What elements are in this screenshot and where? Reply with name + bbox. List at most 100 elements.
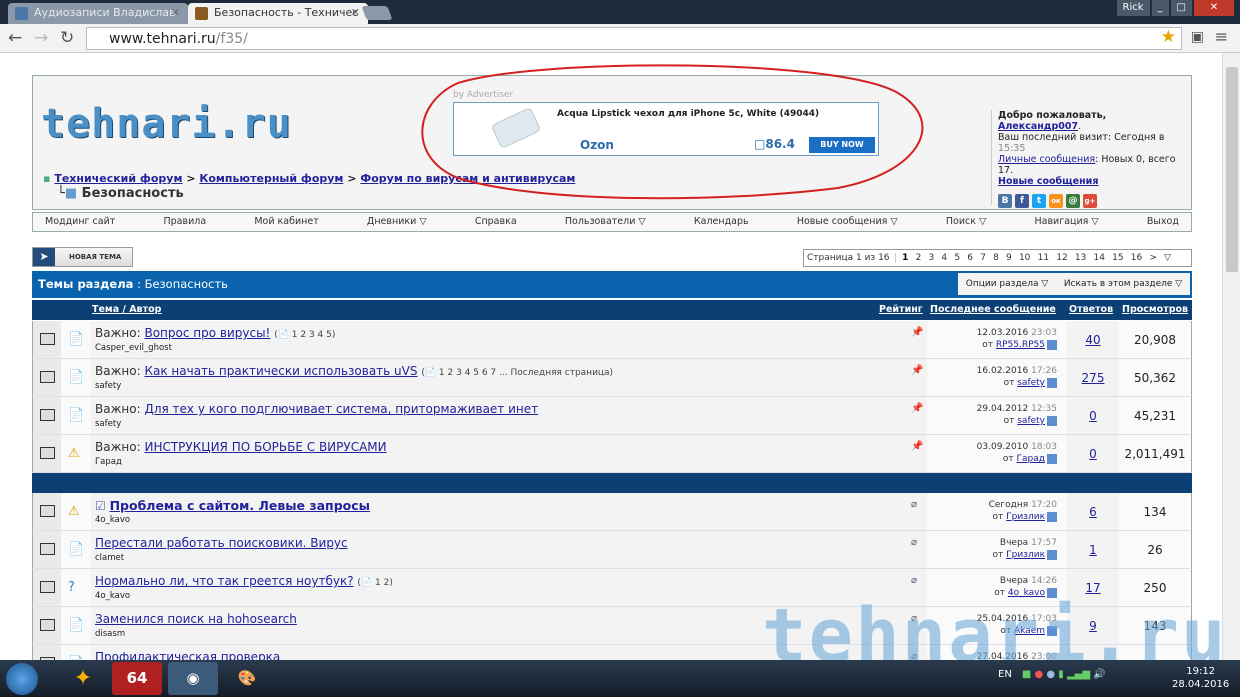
sort-by-topic[interactable]: Тема bbox=[92, 304, 119, 315]
nav-item[interactable]: Навигация ▽ bbox=[1034, 213, 1098, 231]
replies-count[interactable]: 1 bbox=[1089, 543, 1097, 557]
sort-by-views[interactable]: Просмотров bbox=[1122, 304, 1188, 315]
sort-by-author[interactable]: Автор bbox=[129, 304, 161, 315]
go-to-last-post-icon[interactable] bbox=[1047, 415, 1057, 426]
nav-item[interactable]: Мой кабинет bbox=[254, 213, 318, 231]
browser-tab-active[interactable]: Безопасность - Техничес ✕ bbox=[188, 3, 368, 24]
go-to-last-post-icon[interactable] bbox=[1047, 587, 1057, 598]
taskbar-chrome[interactable]: ◉ bbox=[168, 662, 218, 695]
go-to-last-post-icon[interactable] bbox=[1047, 511, 1057, 522]
thread-author[interactable]: Casper_evil_ghost bbox=[95, 343, 172, 353]
thread-title-link[interactable]: Нормально ли, что так греется ноутбук? bbox=[95, 574, 354, 588]
taskbar-app-icon[interactable]: ✦ bbox=[58, 662, 108, 695]
page-link[interactable]: 12 bbox=[1053, 253, 1072, 263]
page-link[interactable]: 6 bbox=[964, 253, 977, 263]
thread-author[interactable]: clamet bbox=[95, 553, 124, 563]
page-link[interactable]: 8 bbox=[990, 253, 1003, 263]
address-bar[interactable]: www.tehnari.ru/f35/ bbox=[86, 27, 1182, 50]
breadcrumb-computer-forum[interactable]: Компьютерный форум bbox=[199, 172, 343, 185]
section-options-menu[interactable]: Опции раздела ▽ bbox=[966, 279, 1048, 289]
page-links[interactable]: (📄 1 2 3 4 5 6 7 ... Последняя страница) bbox=[421, 368, 613, 378]
clock[interactable]: 19:12 28.04.2016 bbox=[1172, 665, 1229, 691]
go-to-last-post-icon[interactable] bbox=[1047, 625, 1057, 636]
page-link[interactable]: 1 bbox=[899, 253, 912, 263]
page-link[interactable]: 15 bbox=[1109, 253, 1128, 263]
new-topic-button[interactable]: ➤ НОВАЯ ТЕМА bbox=[32, 247, 133, 267]
sort-by-last-post[interactable]: Последнее сообщение bbox=[930, 304, 1056, 315]
replies-count[interactable]: 0 bbox=[1089, 409, 1097, 423]
last-post-author[interactable]: 4o_kavo bbox=[1008, 588, 1045, 598]
go-to-last-post-icon[interactable] bbox=[1047, 453, 1057, 464]
breadcrumb-virus-forum[interactable]: Форум по вирусам и антивирусам bbox=[360, 172, 575, 185]
last-post-author[interactable]: Гризлик bbox=[1006, 512, 1045, 522]
bookmark-star-icon[interactable]: ★ bbox=[1161, 27, 1176, 47]
scrollbar[interactable] bbox=[1222, 53, 1240, 660]
taskbar-paint[interactable]: 🎨 bbox=[222, 662, 272, 695]
page-link[interactable]: 3 bbox=[925, 253, 938, 263]
thread-title-link[interactable]: Как начать практически использовать uVS bbox=[144, 364, 417, 378]
thread-title-link[interactable]: Для тех у кого подглючивает система, при… bbox=[144, 402, 538, 416]
thread-author[interactable]: safety bbox=[95, 419, 121, 429]
reload-icon[interactable]: ↻ bbox=[60, 28, 74, 48]
tray-icons[interactable]: ■ ● ● ▮ ▂▄▆ 🔊 bbox=[1022, 669, 1106, 680]
thread-author[interactable]: disasm bbox=[95, 629, 125, 639]
buy-now-button[interactable]: BUY NOW bbox=[809, 137, 875, 153]
username-link[interactable]: Александр007 bbox=[998, 121, 1078, 132]
new-posts-link[interactable]: Новые сообщения bbox=[998, 176, 1098, 187]
search-section-menu[interactable]: Искать в этом разделе ▽ bbox=[1064, 279, 1182, 289]
taskbar-aida64[interactable]: 64 bbox=[112, 662, 162, 695]
close-window-button[interactable]: ✕ bbox=[1194, 0, 1234, 16]
odnoklassniki-icon[interactable]: ок bbox=[1049, 194, 1063, 208]
menu-icon[interactable]: ≡ bbox=[1215, 27, 1228, 46]
thread-title-link[interactable]: ИНСТРУКЦИЯ ПО БОРЬБЕ С ВИРУСАМИ bbox=[144, 440, 386, 454]
go-to-last-post-icon[interactable] bbox=[1047, 377, 1057, 388]
new-tab-button[interactable] bbox=[361, 6, 393, 20]
go-to-last-post-icon[interactable] bbox=[1047, 549, 1057, 560]
thread-title-link[interactable]: Проблема с сайтом. Левые запросы bbox=[110, 498, 370, 513]
advertisement[interactable]: by Advertiser Acqua Lipstick чехол для i… bbox=[453, 90, 879, 160]
nav-item[interactable]: Календарь bbox=[694, 213, 749, 231]
start-button[interactable] bbox=[6, 663, 38, 695]
replies-count[interactable]: 40 bbox=[1085, 333, 1100, 347]
page-link[interactable]: 4 bbox=[938, 253, 951, 263]
replies-count[interactable]: 17 bbox=[1085, 581, 1100, 595]
nav-item[interactable]: Правила bbox=[163, 213, 206, 231]
last-post-author[interactable]: Гризлик bbox=[1006, 550, 1045, 560]
maximize-button[interactable]: □ bbox=[1170, 0, 1192, 16]
nav-item[interactable]: Пользователи ▽ bbox=[565, 213, 646, 231]
profile-badge[interactable]: Rick bbox=[1116, 0, 1150, 16]
page-link[interactable]: 7 bbox=[977, 253, 990, 263]
twitter-icon[interactable]: t bbox=[1032, 194, 1046, 208]
language-indicator[interactable]: EN bbox=[998, 669, 1012, 680]
thread-author[interactable]: Гарад bbox=[95, 457, 122, 467]
sort-by-replies[interactable]: Ответов bbox=[1069, 304, 1113, 315]
extension-icon[interactable]: ▣ bbox=[1191, 29, 1204, 45]
nav-item[interactable]: Справка bbox=[475, 213, 517, 231]
page-links[interactable]: (📄 1 2 3 4 5) bbox=[274, 330, 335, 340]
sort-by-rating[interactable]: Рейтинг bbox=[879, 304, 923, 315]
page-link[interactable]: 9 bbox=[1002, 253, 1015, 263]
nav-item[interactable]: Поиск ▽ bbox=[946, 213, 986, 231]
replies-count[interactable]: 9 bbox=[1089, 619, 1097, 633]
last-post-author[interactable]: safety bbox=[1017, 416, 1045, 426]
breadcrumb-tech-forum[interactable]: Технический форум bbox=[54, 172, 182, 185]
nav-item[interactable]: Дневники ▽ bbox=[367, 213, 427, 231]
vk-icon[interactable]: В bbox=[998, 194, 1012, 208]
scrollbar-thumb[interactable] bbox=[1226, 67, 1238, 272]
page-link[interactable]: 2 bbox=[912, 253, 925, 263]
last-post-author[interactable]: RP55.RP55 bbox=[996, 340, 1045, 350]
page-link[interactable]: ▽ bbox=[1161, 253, 1175, 263]
close-tab-icon[interactable]: ✕ bbox=[171, 6, 180, 19]
nav-item[interactable]: Новые сообщения ▽ bbox=[797, 213, 898, 231]
minimize-button[interactable]: _ bbox=[1151, 0, 1169, 16]
page-link[interactable]: 13 bbox=[1071, 253, 1090, 263]
page-link[interactable]: 5 bbox=[951, 253, 964, 263]
page-link[interactable]: > bbox=[1146, 253, 1161, 263]
forward-icon[interactable]: → bbox=[34, 28, 48, 48]
facebook-icon[interactable]: f bbox=[1015, 194, 1029, 208]
thread-title-link[interactable]: Заменился поиск на hohosearch bbox=[95, 612, 297, 626]
thread-title-link[interactable]: Перестали работать поисковики. Вирус bbox=[95, 536, 348, 550]
page-link[interactable]: 11 bbox=[1034, 253, 1053, 263]
go-to-last-post-icon[interactable] bbox=[1047, 339, 1057, 350]
thread-author[interactable]: safety bbox=[95, 381, 121, 391]
